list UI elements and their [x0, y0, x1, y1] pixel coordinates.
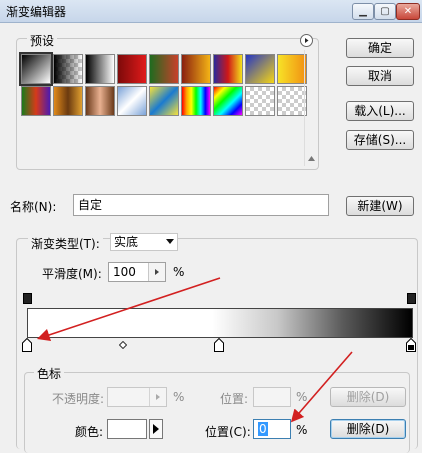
stepper-arrow-icon [156, 394, 160, 400]
preset-swatch[interactable] [277, 86, 307, 116]
opacity-position-label: 位置: [220, 392, 249, 406]
window-title: 渐变编辑器 [6, 5, 67, 19]
save-button[interactable]: 存储(S)... [346, 130, 414, 150]
preset-swatch[interactable] [149, 86, 179, 116]
close-icon: ✕ [403, 6, 413, 17]
color-stop[interactable] [22, 338, 32, 352]
preset-swatch[interactable] [245, 54, 275, 84]
preset-swatch[interactable] [181, 86, 211, 116]
opacity-stepper [149, 388, 166, 406]
gradient-type-select[interactable]: 实底 [110, 233, 178, 251]
gradient-type-value: 实底 [114, 235, 139, 249]
color-stop[interactable] [214, 338, 224, 352]
maximize-button[interactable]: ▢ [374, 3, 396, 20]
smoothness-unit: % [173, 265, 185, 279]
stepper-arrow-icon [155, 269, 159, 275]
preset-swatch[interactable] [245, 86, 275, 116]
gradient-preview-bar[interactable] [27, 308, 413, 338]
preset-swatch[interactable] [19, 52, 53, 86]
color-position-input[interactable]: 0 [253, 419, 291, 439]
opacity-position-input [253, 387, 291, 407]
new-button[interactable]: 新建(W) [346, 196, 414, 216]
preset-swatch[interactable] [85, 54, 115, 84]
minimize-icon: ▁ [359, 6, 367, 17]
preset-swatch[interactable] [149, 54, 179, 84]
gradient-type-label: 渐变类型(T): [28, 235, 103, 252]
name-input[interactable]: 自定 [73, 194, 329, 216]
preset-swatch[interactable] [85, 86, 115, 116]
minimize-button[interactable]: ▁ [352, 3, 374, 20]
load-button[interactable]: 载入(L)... [346, 101, 414, 121]
delete-color-stop-button[interactable]: 删除(D) [330, 419, 406, 439]
smoothness-input[interactable]: 100 [108, 262, 166, 282]
close-button[interactable]: ✕ [396, 3, 420, 20]
midpoint-diamond[interactable] [118, 338, 128, 352]
preset-swatch[interactable] [117, 86, 147, 116]
preset-swatch[interactable] [21, 86, 51, 116]
opacity-stop[interactable] [23, 293, 32, 304]
color-swatch[interactable] [107, 419, 147, 439]
preset-swatch[interactable] [213, 86, 243, 116]
smoothness-value: 100 [113, 265, 136, 279]
smoothness-label: 平滑度(M): [42, 267, 102, 281]
color-stop[interactable] [406, 338, 416, 352]
name-label: 名称(N): [10, 200, 57, 214]
opacity-input [107, 387, 167, 407]
color-position-label: 位置(C): [205, 425, 251, 439]
delete-opacity-stop-button: 删除(D) [330, 387, 406, 407]
preset-swatch-grid [19, 52, 307, 118]
preset-swatch[interactable] [213, 54, 243, 84]
color-stops-group [24, 372, 410, 453]
circle-arrow-icon [305, 38, 309, 43]
dropdown-arrow-icon [166, 239, 174, 244]
presets-scrollbar[interactable] [304, 50, 318, 166]
preset-swatch[interactable] [181, 54, 211, 84]
opacity-position-unit: % [296, 390, 308, 404]
cancel-button[interactable]: 取消 [346, 66, 414, 86]
opacity-stop[interactable] [407, 293, 416, 304]
triangle-right-icon [153, 424, 159, 434]
ok-button[interactable]: 确定 [346, 38, 414, 58]
opacity-label: 不透明度: [52, 392, 105, 406]
presets-label: 预设 [27, 32, 58, 49]
presets-menu-button[interactable] [300, 34, 313, 47]
preset-swatch[interactable] [277, 54, 307, 84]
title-bar: 渐变编辑器 ▁ ▢ ✕ [0, 0, 422, 23]
preset-swatch[interactable] [117, 54, 147, 84]
opacity-unit: % [173, 390, 185, 404]
preset-swatch[interactable] [53, 54, 83, 84]
preset-swatch[interactable] [53, 86, 83, 116]
maximize-icon: ▢ [380, 6, 390, 17]
color-position-value: 0 [258, 422, 268, 436]
smoothness-stepper[interactable] [148, 263, 165, 281]
color-stops-label: 色标 [34, 365, 65, 382]
color-menu-button[interactable] [149, 419, 163, 439]
color-label: 颜色: [75, 425, 104, 439]
